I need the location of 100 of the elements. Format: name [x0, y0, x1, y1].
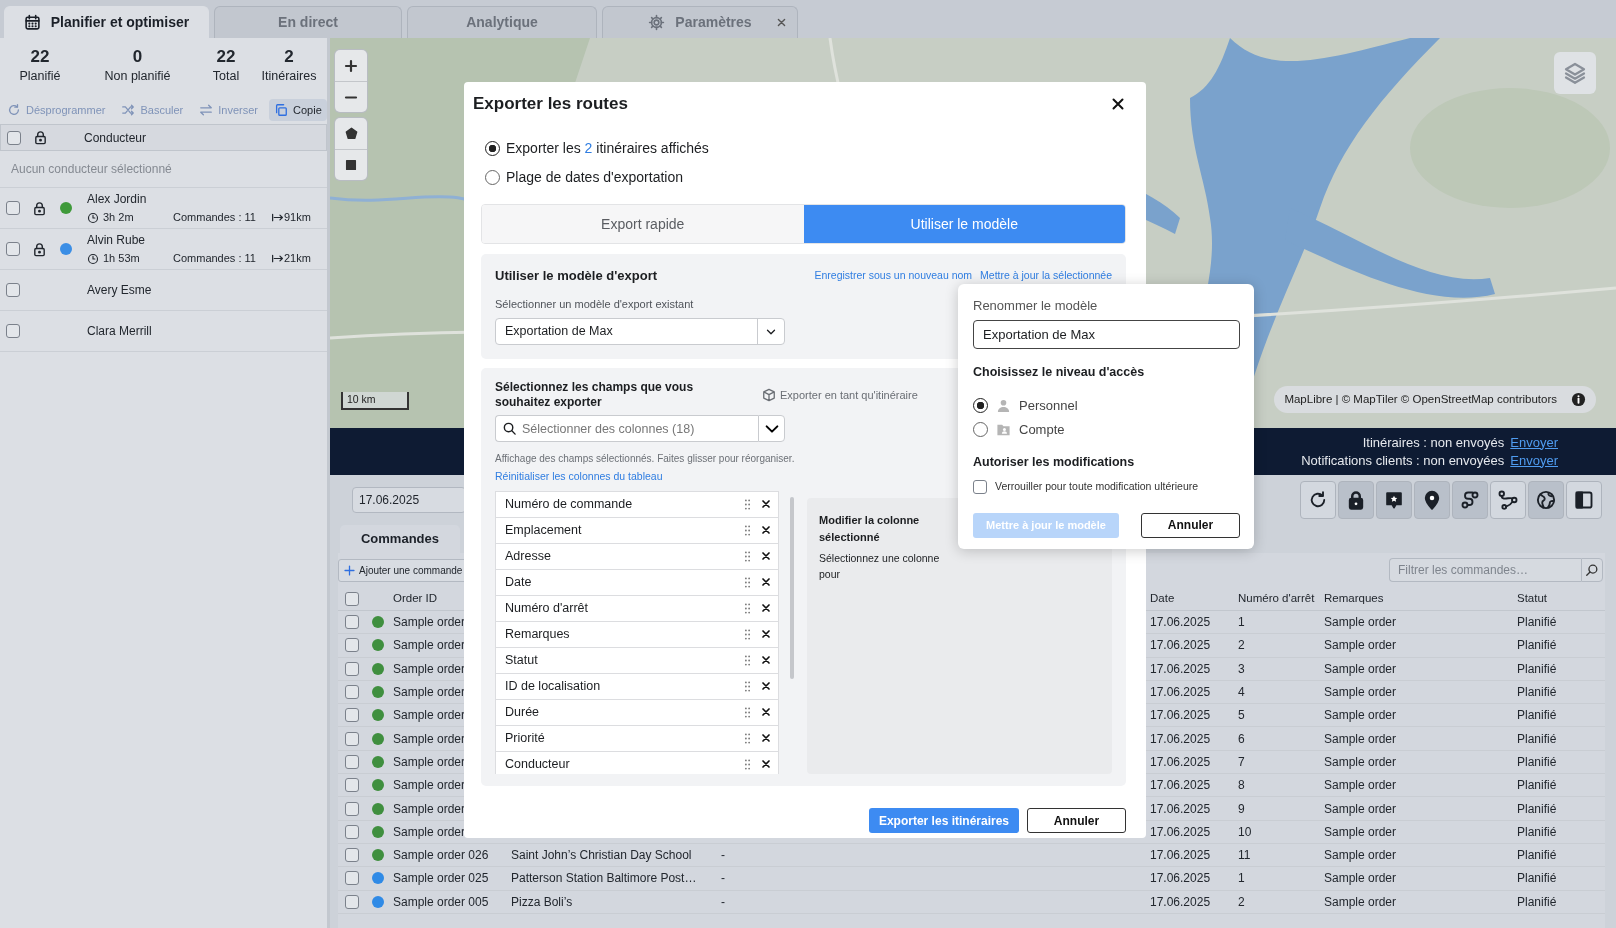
remove-button[interactable]: [760, 524, 772, 537]
message-star-icon: [1384, 490, 1404, 510]
radio-button[interactable]: [973, 421, 988, 437]
checkbox[interactable]: [345, 801, 359, 816]
shuffle-icon: [121, 103, 136, 117]
toolbar-button[interactable]: Copie: [269, 98, 327, 122]
checkbox[interactable]: [345, 871, 359, 886]
layers-button[interactable]: [1554, 52, 1596, 94]
remove-button[interactable]: [760, 576, 772, 589]
remove-button[interactable]: [760, 654, 772, 667]
toolbar-button[interactable]: [1490, 481, 1526, 519]
info-icon[interactable]: [1571, 391, 1586, 407]
option-label: Compte: [1019, 420, 1065, 439]
status-text: Notifications clients : non envoyées: [1301, 451, 1505, 470]
table-cell: Sample order: [1324, 615, 1397, 630]
map-attribution: MapLibre | © MapTiler © OpenStreetMap contributors: [1284, 391, 1557, 407]
table-cell: Sample order: [393, 638, 466, 653]
toolbar-button[interactable]: [1528, 481, 1564, 519]
tab[interactable]: Commandes: [340, 525, 460, 553]
dropdown-button[interactable]: [758, 415, 785, 442]
tab[interactable]: Export rapide: [482, 205, 804, 243]
checkbox[interactable]: [345, 754, 359, 769]
toolbar-button[interactable]: [1338, 481, 1374, 519]
cancel-button[interactable]: Annuler: [1027, 808, 1126, 833]
tab[interactable]: Paramètres: [602, 6, 798, 38]
remove-button[interactable]: [760, 498, 772, 511]
checkbox[interactable]: [345, 731, 359, 746]
copy-icon: [274, 103, 288, 117]
remove-button[interactable]: [760, 732, 772, 745]
checkbox[interactable]: [5, 283, 20, 297]
link[interactable]: Enregistrer sous un nouveau nom: [814, 267, 973, 284]
radio-button[interactable]: [485, 141, 500, 156]
checkbox[interactable]: [345, 638, 359, 653]
checkbox[interactable]: [5, 242, 20, 256]
reset-link[interactable]: Réinitialiser les colonnes du tableau: [495, 469, 663, 485]
checkbox[interactable]: [345, 591, 359, 606]
name-field[interactable]: Exportation de Max: [973, 319, 1240, 349]
remove-button[interactable]: [760, 628, 772, 641]
tab[interactable]: Utiliser le modèle: [803, 205, 1125, 243]
table-cell: Sample order: [1324, 661, 1397, 676]
toolbar-button[interactable]: [1414, 481, 1450, 519]
checkbox[interactable]: [5, 324, 20, 338]
column-select-field[interactable]: Sélectionner des colonnes (18): [495, 415, 758, 442]
export-button[interactable]: Exporter les itinéraires: [868, 808, 1019, 833]
export-as-route-option[interactable]: Exporter en tant qu'itinéraire: [762, 386, 918, 404]
field-name: ID de localisation: [505, 677, 602, 695]
table-cell: Sample order: [393, 801, 466, 816]
checkbox[interactable]: [345, 661, 359, 676]
close-button[interactable]: [1110, 96, 1126, 112]
plus-icon: [343, 563, 356, 577]
column-header: Date: [1150, 591, 1175, 604]
stat-label: Total: [211, 68, 241, 85]
close-icon[interactable]: [776, 17, 787, 28]
remove-button[interactable]: [760, 680, 772, 693]
table-cell: Saint John’s Christian Day School: [511, 848, 692, 863]
toolbar-button[interactable]: [1566, 481, 1602, 519]
send-link[interactable]: Envoyer: [1510, 451, 1558, 470]
checkbox[interactable]: [345, 708, 359, 723]
remove-button[interactable]: [760, 758, 772, 771]
scrollbar[interactable]: [790, 496, 794, 679]
remove-button[interactable]: [760, 550, 772, 563]
table-cell: Sample order: [1324, 801, 1397, 816]
field-name: Statut: [505, 651, 539, 669]
radio-button[interactable]: [485, 170, 500, 185]
stat-label: Non planifié: [103, 68, 172, 85]
cancel-button[interactable]: Annuler: [1141, 512, 1240, 538]
remove-button[interactable]: [760, 706, 772, 719]
table-cell: 10: [1238, 824, 1252, 839]
checkbox[interactable]: [5, 201, 20, 215]
checkbox[interactable]: [345, 685, 359, 700]
table-cell: Sample order: [393, 778, 466, 793]
send-link[interactable]: Envoyer: [1510, 433, 1558, 452]
search-button[interactable]: [1581, 558, 1603, 582]
sidebar-icon: [1574, 490, 1594, 510]
checkbox[interactable]: [345, 824, 359, 839]
field-name: Numéro de commande: [505, 495, 634, 513]
checkbox[interactable]: [345, 615, 359, 630]
link[interactable]: Mettre à jour la sélectionnée: [980, 267, 1112, 284]
radio-button[interactable]: [973, 397, 988, 413]
checkbox[interactable]: [345, 848, 359, 863]
toolbar-button[interactable]: [1452, 481, 1488, 519]
dialog-title: Exporter les routes: [473, 93, 628, 115]
toolbar-button[interactable]: [1376, 481, 1412, 519]
template-select[interactable]: Exportation de Max: [495, 318, 785, 345]
close-icon: [760, 602, 772, 615]
checkbox[interactable]: [345, 778, 359, 793]
date-field[interactable]: 17.06.2025: [352, 487, 466, 513]
filter-field[interactable]: Filtrer les commandes…: [1389, 558, 1581, 582]
section-title: Choisissez le niveau d'accès: [973, 363, 1146, 381]
remove-button[interactable]: [760, 602, 772, 615]
checkbox[interactable]: [973, 479, 987, 494]
tab[interactable]: Planifier et optimiser: [4, 6, 209, 38]
table-cell: 3: [1238, 661, 1245, 676]
toolbar-button[interactable]: [1300, 481, 1336, 519]
tab[interactable]: En direct: [214, 6, 402, 38]
checkbox[interactable]: [345, 894, 359, 909]
lock-icon[interactable]: [31, 241, 47, 257]
lock-icon[interactable]: [31, 200, 47, 216]
tab[interactable]: Analytique: [407, 6, 597, 38]
checkbox[interactable]: [6, 130, 21, 145]
